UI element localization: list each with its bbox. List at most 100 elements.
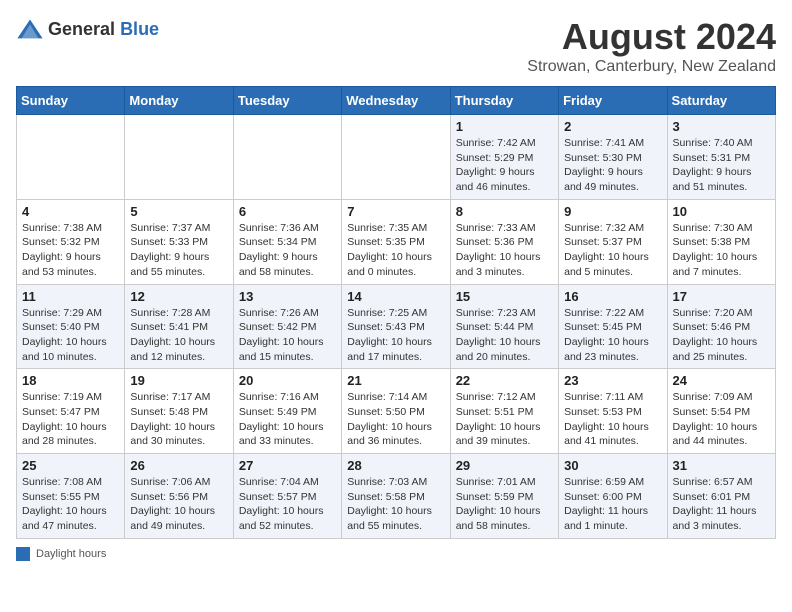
- day-number: 15: [456, 289, 553, 304]
- calendar-cell: 23Sunrise: 7:11 AM Sunset: 5:53 PM Dayli…: [559, 369, 667, 454]
- day-number: 20: [239, 373, 336, 388]
- calendar-cell: 24 Sunrise: 7:09 AM Sunset: 5:54 PM Dayli…: [667, 369, 775, 454]
- calendar-cell: 31 Sunrise: 6:57 AM Sunset: 6:01 PM Dayli…: [667, 454, 775, 539]
- day-number: 11: [22, 289, 119, 304]
- day-info: Sunrise: 6:57 AM Sunset: 6:01 PM Dayligh…: [673, 475, 770, 534]
- calendar-cell: 2 Sunrise: 7:41 AM Sunset: 5:30 PM Daylig…: [559, 115, 667, 200]
- calendar-cell: 14 Sunrise: 7:25 AM Sunset: 5:43 PM Dayli…: [342, 284, 450, 369]
- calendar-cell: 16 Sunrise: 7:22 AM Sunset: 5:45 PM Dayli…: [559, 284, 667, 369]
- calendar-cell: 15 Sunrise: 7:23 AM Sunset: 5:44 PM Dayli…: [450, 284, 558, 369]
- calendar-cell: 17 Sunrise: 7:20 AM Sunset: 5:46 PM Dayli…: [667, 284, 775, 369]
- day-info: Sunrise: 7:06 AM Sunset: 5:56 PM Dayligh…: [130, 475, 227, 534]
- calendar-cell: [342, 115, 450, 200]
- column-header-tuesday: Tuesday: [233, 87, 341, 115]
- day-number: 1: [456, 119, 553, 134]
- day-info: Sunrise: 7:08 AM Sunset: 5:55 PM Dayligh…: [22, 475, 119, 534]
- day-number: 12: [130, 289, 227, 304]
- day-number: 2: [564, 119, 661, 134]
- calendar-cell: 27 Sunrise: 7:04 AM Sunset: 5:57 PM Dayli…: [233, 454, 341, 539]
- day-number: 7: [347, 204, 444, 219]
- main-title: August 2024: [527, 16, 776, 58]
- day-number: 22: [456, 373, 553, 388]
- column-header-wednesday: Wednesday: [342, 87, 450, 115]
- logo-icon: [16, 16, 44, 44]
- calendar-cell: 26 Sunrise: 7:06 AM Sunset: 5:56 PM Dayli…: [125, 454, 233, 539]
- day-number: 6: [239, 204, 336, 219]
- day-info: Sunrise: 7:33 AM Sunset: 5:36 PM Dayligh…: [456, 221, 553, 280]
- day-info: Sunrise: 7:38 AM Sunset: 5:32 PM Dayligh…: [22, 221, 119, 280]
- logo-text: General Blue: [48, 20, 159, 40]
- day-number: 25: [22, 458, 119, 473]
- footer-color-box: [16, 547, 30, 561]
- day-number: 31: [673, 458, 770, 473]
- day-info: Sunrise: 7:41 AM Sunset: 5:30 PM Dayligh…: [564, 136, 661, 195]
- header: General Blue August 2024 Strowan, Canter…: [16, 16, 776, 76]
- day-number: 14: [347, 289, 444, 304]
- calendar-cell: 1 Sunrise: 7:42 AM Sunset: 5:29 PM Daylig…: [450, 115, 558, 200]
- day-number: 23: [564, 373, 661, 388]
- day-info: Sunrise: 7:30 AM Sunset: 5:38 PM Dayligh…: [673, 221, 770, 280]
- day-number: 16: [564, 289, 661, 304]
- calendar-cell: 29 Sunrise: 7:01 AM Sunset: 5:59 PM Dayli…: [450, 454, 558, 539]
- day-number: 26: [130, 458, 227, 473]
- logo-blue: Blue: [120, 19, 159, 39]
- day-number: 30: [564, 458, 661, 473]
- calendar-week-row: 1 Sunrise: 7:42 AM Sunset: 5:29 PM Daylig…: [17, 115, 776, 200]
- calendar-cell: 6Sunrise: 7:36 AM Sunset: 5:34 PM Daylig…: [233, 199, 341, 284]
- calendar-cell: 7 Sunrise: 7:35 AM Sunset: 5:35 PM Daylig…: [342, 199, 450, 284]
- calendar-week-row: 4 Sunrise: 7:38 AM Sunset: 5:32 PM Daylig…: [17, 199, 776, 284]
- day-info: Sunrise: 7:28 AM Sunset: 5:41 PM Dayligh…: [130, 306, 227, 365]
- calendar-cell: 3 Sunrise: 7:40 AM Sunset: 5:31 PM Daylig…: [667, 115, 775, 200]
- day-info: Sunrise: 7:20 AM Sunset: 5:46 PM Dayligh…: [673, 306, 770, 365]
- calendar-cell: 18 Sunrise: 7:19 AM Sunset: 5:47 PM Dayli…: [17, 369, 125, 454]
- day-number: 3: [673, 119, 770, 134]
- calendar-cell: 8 Sunrise: 7:33 AM Sunset: 5:36 PM Daylig…: [450, 199, 558, 284]
- day-info: Sunrise: 7:40 AM Sunset: 5:31 PM Dayligh…: [673, 136, 770, 195]
- day-info: Sunrise: 7:23 AM Sunset: 5:44 PM Dayligh…: [456, 306, 553, 365]
- calendar-cell: 21 Sunrise: 7:14 AM Sunset: 5:50 PM Dayli…: [342, 369, 450, 454]
- day-number: 18: [22, 373, 119, 388]
- calendar: SundayMondayTuesdayWednesdayThursdayFrid…: [16, 86, 776, 539]
- column-header-monday: Monday: [125, 87, 233, 115]
- calendar-cell: 12 Sunrise: 7:28 AM Sunset: 5:41 PM Dayli…: [125, 284, 233, 369]
- calendar-week-row: 18 Sunrise: 7:19 AM Sunset: 5:47 PM Dayli…: [17, 369, 776, 454]
- calendar-cell: 30Sunrise: 6:59 AM Sunset: 6:00 PM Dayli…: [559, 454, 667, 539]
- calendar-cell: 5Sunrise: 7:37 AM Sunset: 5:33 PM Daylig…: [125, 199, 233, 284]
- day-number: 28: [347, 458, 444, 473]
- day-number: 24: [673, 373, 770, 388]
- day-info: Sunrise: 7:32 AM Sunset: 5:37 PM Dayligh…: [564, 221, 661, 280]
- logo-general: General: [48, 19, 115, 39]
- logo: General Blue: [16, 16, 159, 44]
- day-info: Sunrise: 7:35 AM Sunset: 5:35 PM Dayligh…: [347, 221, 444, 280]
- day-info: Sunrise: 7:25 AM Sunset: 5:43 PM Dayligh…: [347, 306, 444, 365]
- day-number: 29: [456, 458, 553, 473]
- day-number: 27: [239, 458, 336, 473]
- footer-label: Daylight hours: [36, 548, 106, 560]
- day-info: Sunrise: 7:14 AM Sunset: 5:50 PM Dayligh…: [347, 390, 444, 449]
- title-area: August 2024 Strowan, Canterbury, New Zea…: [527, 16, 776, 76]
- day-number: 4: [22, 204, 119, 219]
- calendar-cell: 22Sunrise: 7:12 AM Sunset: 5:51 PM Dayli…: [450, 369, 558, 454]
- day-number: 17: [673, 289, 770, 304]
- calendar-cell: [17, 115, 125, 200]
- day-number: 8: [456, 204, 553, 219]
- calendar-cell: 4 Sunrise: 7:38 AM Sunset: 5:32 PM Daylig…: [17, 199, 125, 284]
- day-info: Sunrise: 7:37 AM Sunset: 5:33 PM Dayligh…: [130, 221, 227, 280]
- footer: Daylight hours: [16, 547, 776, 561]
- day-info: Sunrise: 7:03 AM Sunset: 5:58 PM Dayligh…: [347, 475, 444, 534]
- day-info: Sunrise: 7:16 AM Sunset: 5:49 PM Dayligh…: [239, 390, 336, 449]
- calendar-cell: 9Sunrise: 7:32 AM Sunset: 5:37 PM Daylig…: [559, 199, 667, 284]
- calendar-cell: 25 Sunrise: 7:08 AM Sunset: 5:55 PM Dayli…: [17, 454, 125, 539]
- calendar-week-row: 25 Sunrise: 7:08 AM Sunset: 5:55 PM Dayli…: [17, 454, 776, 539]
- day-info: Sunrise: 7:01 AM Sunset: 5:59 PM Dayligh…: [456, 475, 553, 534]
- day-info: Sunrise: 7:04 AM Sunset: 5:57 PM Dayligh…: [239, 475, 336, 534]
- day-info: Sunrise: 7:29 AM Sunset: 5:40 PM Dayligh…: [22, 306, 119, 365]
- day-info: Sunrise: 7:42 AM Sunset: 5:29 PM Dayligh…: [456, 136, 553, 195]
- day-info: Sunrise: 7:22 AM Sunset: 5:45 PM Dayligh…: [564, 306, 661, 365]
- day-number: 21: [347, 373, 444, 388]
- day-info: Sunrise: 7:19 AM Sunset: 5:47 PM Dayligh…: [22, 390, 119, 449]
- day-info: Sunrise: 7:17 AM Sunset: 5:48 PM Dayligh…: [130, 390, 227, 449]
- column-header-saturday: Saturday: [667, 87, 775, 115]
- day-info: Sunrise: 7:09 AM Sunset: 5:54 PM Dayligh…: [673, 390, 770, 449]
- calendar-cell: 11 Sunrise: 7:29 AM Sunset: 5:40 PM Dayli…: [17, 284, 125, 369]
